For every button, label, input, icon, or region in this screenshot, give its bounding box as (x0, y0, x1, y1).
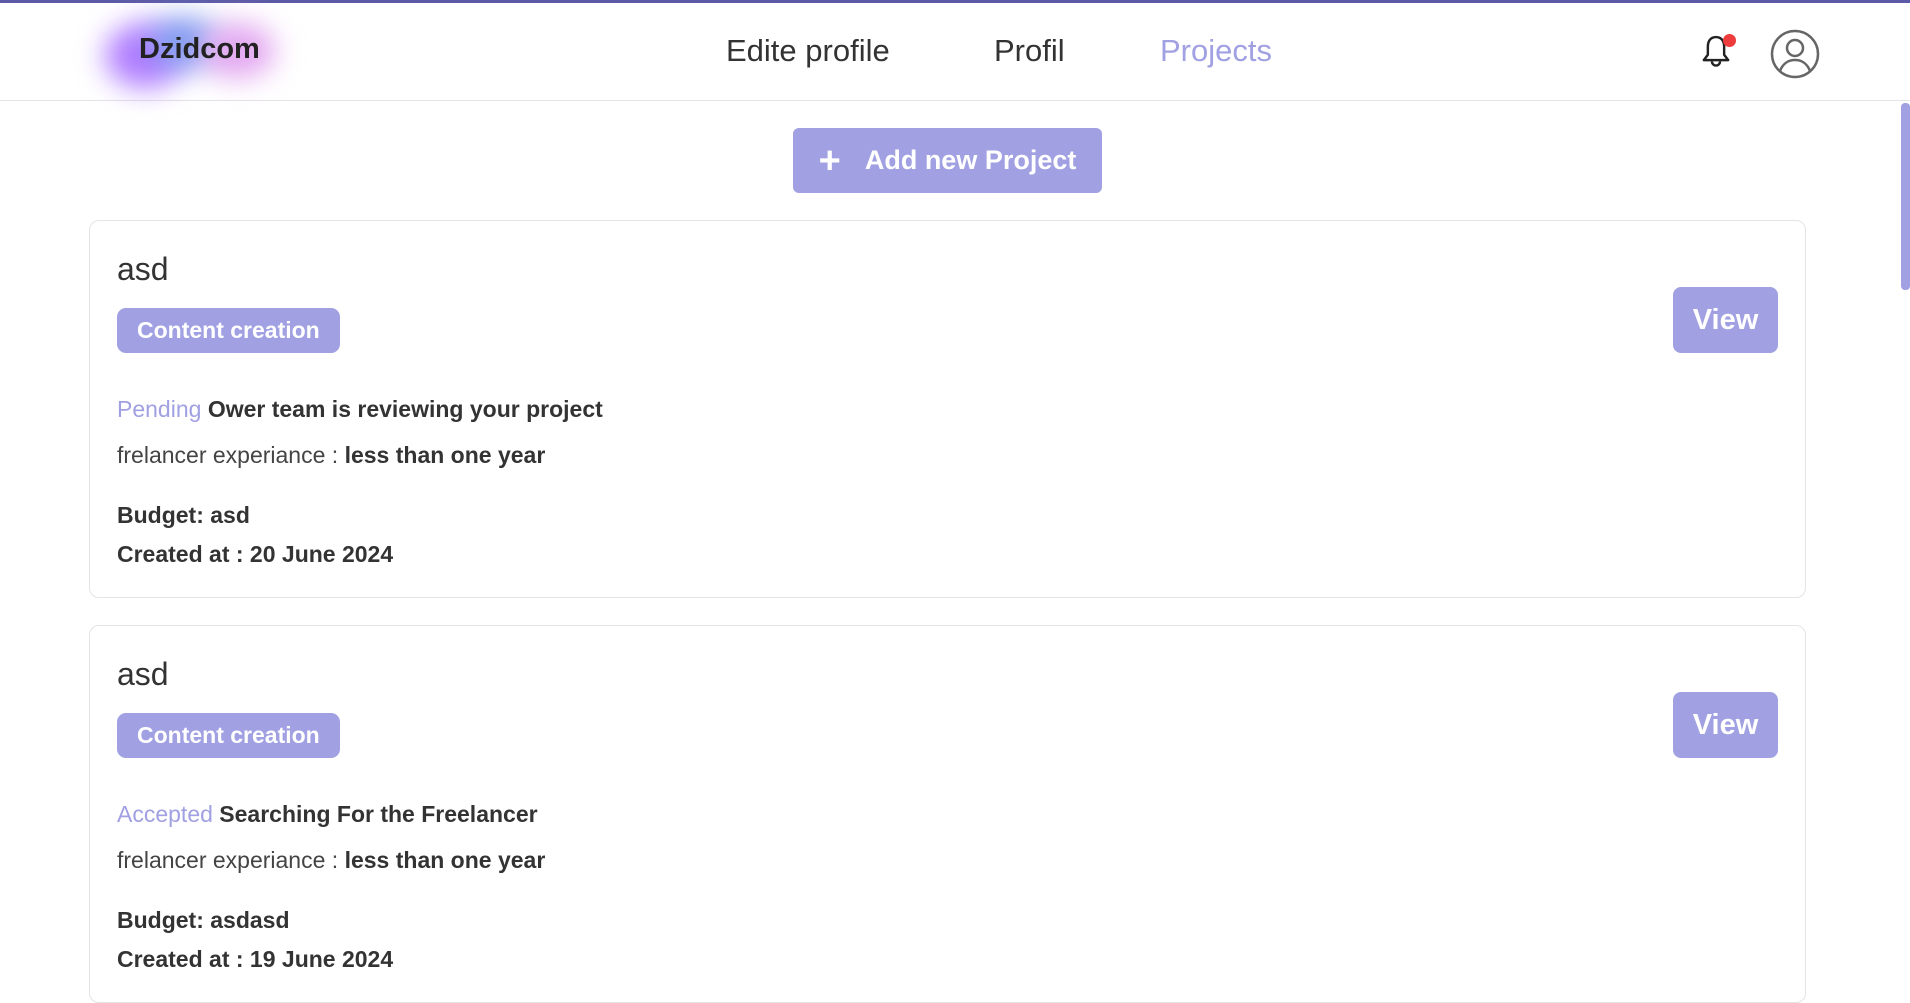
budget: Budget: asdasd (117, 907, 290, 933)
project-card: asd Content creation View Pending Ower t… (89, 220, 1806, 598)
view-button[interactable]: View (1673, 287, 1778, 353)
experience-value: less than one year (344, 442, 546, 468)
status-label: Pending (117, 396, 202, 422)
nav-edite-profile[interactable]: Edite profile (726, 33, 890, 69)
project-title: asd (117, 251, 169, 287)
category-tag: Content creation (117, 308, 340, 353)
notification-dot (1723, 34, 1736, 47)
scrollbar-thumb[interactable] (1901, 103, 1910, 290)
project-title: asd (117, 656, 169, 692)
experience-value: less than one year (344, 847, 546, 873)
experience-label: frelancer experiance : (117, 442, 339, 468)
category-tag: Content creation (117, 713, 340, 758)
status-text: Searching For the Freelancer (219, 801, 538, 827)
status-text: Ower team is reviewing your project (207, 396, 603, 422)
project-card: asd Content creation View Accepted Searc… (89, 625, 1806, 1003)
experience-label: frelancer experiance : (117, 847, 339, 873)
view-button[interactable]: View (1673, 692, 1778, 758)
nav-projects[interactable]: Projects (1160, 33, 1272, 69)
logo[interactable]: Dzidcom (105, 13, 285, 93)
add-new-project-button[interactable]: + Add new Project (793, 128, 1102, 193)
nav-profil[interactable]: Profil (994, 33, 1065, 69)
user-avatar-icon[interactable] (1770, 29, 1820, 79)
created-at: Created at : 20 June 2024 (117, 541, 394, 567)
status-label: Accepted (117, 801, 213, 827)
logo-text: Dzidcom (139, 33, 260, 65)
plus-icon: + (818, 139, 841, 182)
add-new-project-label: Add new Project (864, 145, 1077, 175)
header: Dzidcom Edite profile Profil Projects (0, 3, 1910, 101)
budget: Budget: asd (117, 502, 250, 528)
created-at: Created at : 19 June 2024 (117, 946, 394, 972)
